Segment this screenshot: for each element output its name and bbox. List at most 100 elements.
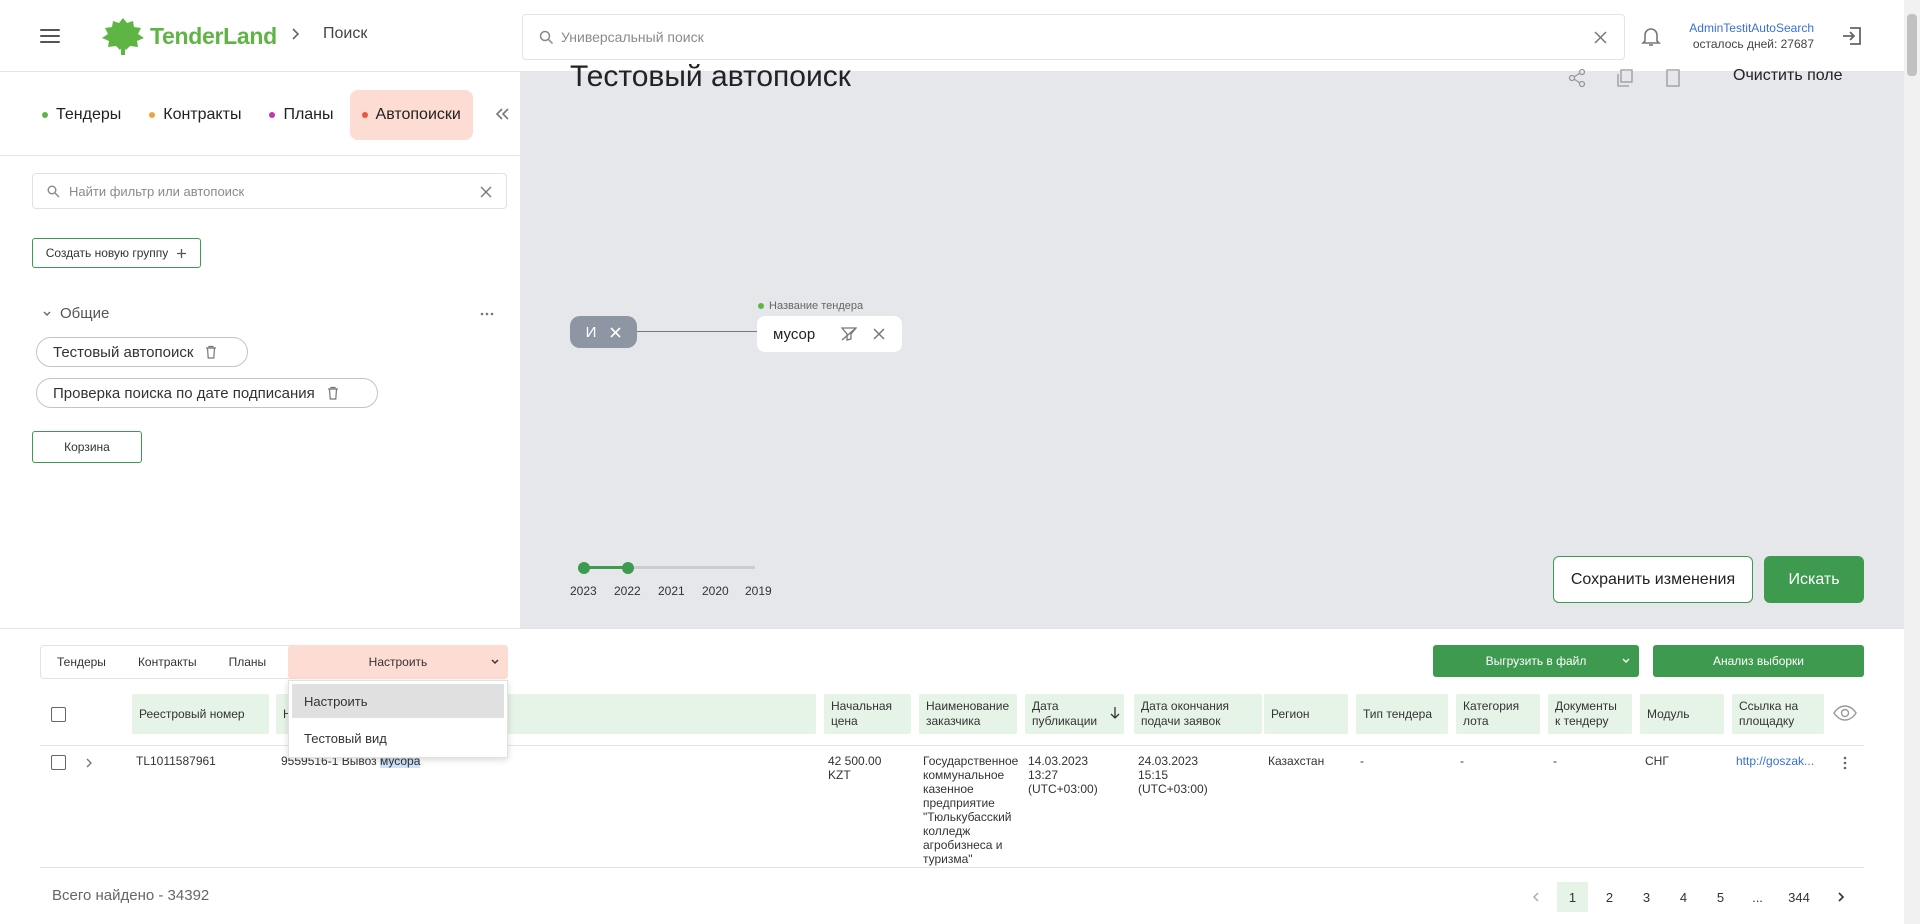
select-all-checkbox[interactable] (51, 707, 66, 722)
column-header-type[interactable]: Тип тендера (1356, 694, 1448, 734)
and-node-label: И (585, 323, 597, 341)
save-changes-button[interactable]: Сохранить изменения (1553, 556, 1753, 603)
page-scrollbar[interactable] (1904, 0, 1920, 924)
column-header-customer[interactable]: Наименование заказчика (919, 694, 1017, 734)
tab-autosearches[interactable]: Автопоиски (349, 90, 473, 140)
trash-bin-button[interactable]: Корзина (32, 431, 142, 463)
pagination: 1 2 3 4 5 ... 344 (1520, 882, 1856, 912)
chevron-down-icon[interactable] (1621, 656, 1631, 666)
year-label[interactable]: 2020 (702, 584, 729, 598)
results-tab-contracts[interactable]: Контракты (122, 646, 213, 678)
next-page-icon[interactable] (1825, 882, 1856, 912)
year-label[interactable]: 2022 (614, 584, 641, 598)
column-header-pubdate[interactable]: Дата публикации (1025, 694, 1124, 734)
results-tab-tenders[interactable]: Тендеры (41, 646, 122, 678)
close-icon[interactable] (873, 328, 885, 340)
filter-off-icon[interactable] (841, 327, 857, 341)
scrollbar-thumb[interactable] (1907, 14, 1917, 76)
cell-type: - (1360, 754, 1364, 768)
column-header-category[interactable]: Категория лота (1456, 694, 1540, 734)
row-checkbox[interactable] (51, 755, 66, 770)
chevron-right-icon[interactable] (84, 757, 94, 769)
dropdown-item-configure[interactable]: Настроить (292, 684, 504, 718)
dropdown-item-test-view[interactable]: Тестовый вид (292, 721, 504, 755)
row-menu-icon[interactable] (1842, 755, 1848, 771)
collapse-panel-icon[interactable] (492, 104, 512, 124)
column-header-pubdate-label: Дата публикации (1032, 699, 1098, 728)
column-header-region[interactable]: Регион (1264, 694, 1348, 734)
group-header[interactable]: Общие (42, 305, 109, 322)
sort-arrow-down-icon[interactable] (1110, 706, 1120, 720)
cell-price: 42 500.00 KZT (828, 754, 882, 782)
breadcrumb-search[interactable]: Поиск (323, 25, 367, 43)
year-label[interactable]: 2019 (745, 584, 772, 598)
page-button[interactable]: 4 (1668, 882, 1699, 912)
filter-search-input[interactable] (69, 180, 469, 202)
year-label[interactable]: 2021 (658, 584, 685, 598)
cell-enddate: 24.03.2023 15:15 (UTC+03:00) (1138, 754, 1208, 796)
divider (0, 628, 1920, 629)
year-slider-handle[interactable] (622, 562, 634, 574)
total-count: Всего найдено - 34392 (52, 887, 210, 904)
page-button[interactable]: 2 (1594, 882, 1625, 912)
trash-icon[interactable] (205, 345, 217, 359)
query-canvas (520, 72, 1920, 628)
and-node[interactable]: И (570, 316, 637, 348)
export-button[interactable]: Выгрузить в файл (1433, 645, 1639, 677)
search-button[interactable]: Искать (1764, 556, 1864, 603)
results-tab-plans[interactable]: Планы (213, 646, 283, 678)
more-dots-icon[interactable] (478, 305, 496, 323)
autosearch-item[interactable]: Тестовый автопоиск (36, 337, 248, 367)
view-config-label: Настроить (368, 655, 428, 669)
close-icon[interactable] (1593, 30, 1608, 45)
universal-search-input[interactable] (561, 23, 1561, 51)
close-icon[interactable] (610, 326, 621, 338)
column-header-docs[interactable]: Документы к тендеру (1548, 694, 1632, 734)
tab-dot (149, 112, 156, 118)
tab-tenders[interactable]: Тендеры (30, 90, 133, 140)
chevron-down-icon (491, 659, 499, 664)
copy-icon[interactable] (1614, 67, 1636, 89)
logo-text: TenderLand (150, 22, 277, 49)
column-header-price[interactable]: Начальная цена (824, 694, 911, 734)
autosearch-label: Тестовый автопоиск (53, 343, 194, 361)
tab-label: Контракты (163, 106, 242, 123)
cell-region: Казахстан (1268, 754, 1325, 768)
logo[interactable]: TenderLand (100, 16, 277, 56)
tab-label: Тендеры (56, 106, 122, 123)
user-info[interactable]: AdminTestitAutoSearch осталось дней: 276… (1660, 20, 1814, 52)
close-icon[interactable] (480, 186, 492, 198)
user-name[interactable]: AdminTestitAutoSearch (1660, 20, 1814, 36)
menu-icon[interactable] (38, 24, 62, 48)
analysis-button[interactable]: Анализ выборки (1653, 645, 1864, 677)
column-header-reg[interactable]: Реестровый номер (132, 694, 269, 734)
logout-icon[interactable] (1840, 24, 1864, 48)
autosearch-title[interactable]: Тестовый автопоиск (570, 60, 851, 94)
prev-page-icon[interactable] (1520, 882, 1551, 912)
cell-link[interactable]: http://goszak... (1736, 754, 1814, 768)
page-button[interactable]: 5 (1705, 882, 1736, 912)
page-button[interactable]: 3 (1631, 882, 1662, 912)
tab-plans[interactable]: Планы (257, 90, 345, 140)
column-header-module[interactable]: Модуль (1640, 694, 1724, 734)
page-button[interactable]: 1 (1557, 882, 1588, 912)
year-label[interactable]: 2023 (570, 584, 597, 598)
column-header-enddate[interactable]: Дата окончания подачи заявок (1134, 694, 1262, 734)
autosearch-label: Проверка поиска по дате подписания (53, 384, 315, 402)
term-node[interactable]: мусор (757, 316, 902, 352)
eye-icon[interactable] (1833, 703, 1857, 723)
view-config-select[interactable]: Настроить (288, 645, 508, 679)
share-icon[interactable] (1566, 67, 1588, 89)
create-group-button[interactable]: Создать новую группу (32, 238, 201, 268)
cell-reg[interactable]: TL1011587961 (136, 754, 216, 768)
trash-icon[interactable] (327, 386, 339, 400)
cell-customer: Государственное коммунальное казенное пр… (923, 754, 1019, 866)
clipboard-icon[interactable] (1662, 67, 1684, 89)
page-button[interactable]: 344 (1779, 882, 1819, 912)
autosearch-item[interactable]: Проверка поиска по дате подписания (36, 378, 378, 408)
tab-contracts[interactable]: Контракты (137, 90, 253, 140)
column-header-link[interactable]: Ссылка на площадку (1732, 694, 1824, 734)
year-slider-handle[interactable] (578, 562, 590, 574)
clear-field-button[interactable]: Очистить поле (1733, 67, 1843, 85)
field-label-text: Название тендера (769, 300, 864, 312)
